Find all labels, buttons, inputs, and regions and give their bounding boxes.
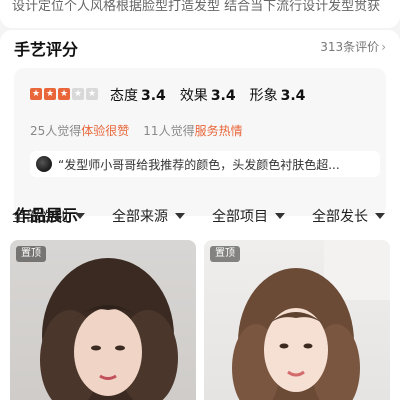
score-item: 态度 3.4	[110, 85, 166, 105]
star-icon: ★	[58, 88, 70, 100]
score-value: 3.4	[280, 88, 306, 104]
rating-tag: 11人觉得服务热情	[143, 122, 242, 139]
star-icon: ★	[30, 88, 42, 100]
filter-label: 全部发长	[312, 209, 368, 225]
filter-source[interactable]: 全部来源	[112, 206, 185, 226]
score-value: 3.4	[210, 88, 236, 104]
caret-down-icon	[275, 213, 285, 219]
star-icon: ★	[72, 88, 84, 100]
pinned-badge: 置顶	[16, 246, 46, 262]
rating-tags: 25人觉得体验很赞 11人觉得服务热情	[30, 122, 243, 139]
reviews-count-link[interactable]: 313条评价 ›	[320, 38, 386, 55]
description-text: 设计定位个人风格根据脸型打造发型 结合当下流行设计发型贯获	[12, 0, 381, 14]
filter-bar: 全部性别 全部来源 全部项目 全部发长	[0, 206, 400, 228]
avatar	[36, 156, 52, 172]
review-quote-text: “发型师小哥哥给我推荐的颜色，头发颜色衬肤色超...	[58, 157, 340, 172]
star-rating: ★ ★ ★ ★ ★	[30, 88, 98, 100]
hairstyle-photo	[232, 240, 390, 400]
score-label: 态度	[110, 88, 138, 104]
star-icon: ★	[44, 88, 56, 100]
score-label: 效果	[179, 88, 208, 104]
reviews-count-text: 313条评价	[320, 40, 380, 54]
work-photo-card[interactable]: 置顶	[10, 240, 196, 400]
filter-project[interactable]: 全部项目	[212, 206, 285, 226]
tag-highlight: 体验很赞	[81, 124, 130, 138]
filter-label: 全部性别	[12, 209, 68, 225]
pinned-badge: 置顶	[210, 246, 240, 262]
caret-down-icon	[375, 213, 385, 219]
review-quote[interactable]: “发型师小哥哥给我推荐的颜色，头发颜色衬肤色超...	[30, 151, 380, 177]
tag-prefix: 11人觉得	[143, 124, 195, 138]
rating-tag: 25人觉得体验很赞	[30, 122, 129, 139]
rating-card[interactable]: ★ ★ ★ ★ ★ 态度 3.4 效果 3.4 形象 3.4 25人觉得体验很赞 11…	[14, 68, 386, 216]
score-item: 形象 3.4	[250, 85, 306, 105]
filter-gender[interactable]: 全部性别	[12, 206, 85, 226]
hairstyle-photo	[40, 258, 178, 400]
filter-label: 全部来源	[112, 209, 168, 225]
score-list: 态度 3.4 效果 3.4 形象 3.4	[110, 85, 305, 105]
caret-down-icon	[75, 213, 85, 219]
rating-section-title: 手艺评分	[14, 40, 79, 59]
caret-down-icon	[175, 213, 185, 219]
star-icon: ★	[86, 88, 98, 100]
top-description-card: 设计定位个人风格根据脸型打造发型 结合当下流行设计发型贯获	[0, 0, 400, 28]
chevron-right-icon: ›	[381, 40, 386, 54]
score-value: 3.4	[141, 88, 166, 104]
score-item: 效果 3.4	[180, 85, 236, 105]
work-photo-card[interactable]: 置顶	[204, 240, 390, 400]
tag-prefix: 25人觉得	[30, 124, 82, 138]
score-label: 形象	[249, 88, 278, 104]
filter-label: 全部项目	[212, 209, 268, 225]
tag-highlight: 服务热情	[194, 124, 243, 138]
filter-hair-length[interactable]: 全部发长	[312, 206, 385, 226]
